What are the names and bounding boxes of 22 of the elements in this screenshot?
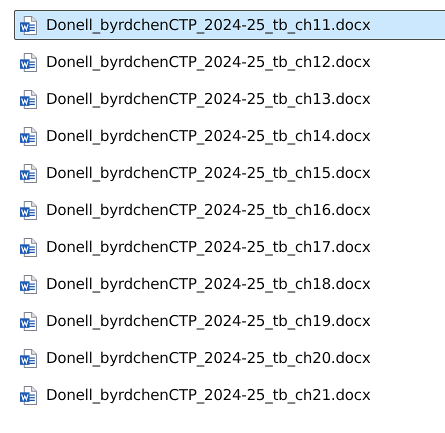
file-item[interactable]: Donell_byrdchenCTP_2024-25_tb_ch12.docx [14, 47, 445, 77]
word-document-icon [20, 348, 37, 368]
word-document-icon [20, 274, 37, 294]
file-item[interactable]: Donell_byrdchenCTP_2024-25_tb_ch18.docx [14, 269, 445, 299]
file-item[interactable]: Donell_byrdchenCTP_2024-25_tb_ch13.docx [14, 84, 445, 114]
file-item[interactable]: Donell_byrdchenCTP_2024-25_tb_ch20.docx [14, 343, 445, 373]
file-item[interactable]: Donell_byrdchenCTP_2024-25_tb_ch19.docx [14, 306, 445, 336]
file-item[interactable]: Donell_byrdchenCTP_2024-25_tb_ch17.docx [14, 232, 445, 262]
file-item[interactable]: Donell_byrdchenCTP_2024-25_tb_ch15.docx [14, 158, 445, 188]
word-document-icon [20, 52, 37, 72]
file-item[interactable]: Donell_byrdchenCTP_2024-25_tb_ch11.docx [14, 10, 445, 40]
word-document-icon [20, 16, 37, 34]
word-document-icon [20, 200, 37, 220]
file-item[interactable]: Donell_byrdchenCTP_2024-25_tb_ch16.docx [14, 195, 445, 225]
word-document-icon [20, 126, 37, 146]
file-item[interactable]: Donell_byrdchenCTP_2024-25_tb_ch14.docx [14, 121, 445, 151]
word-document-icon [20, 312, 37, 330]
word-document-icon [20, 164, 37, 182]
file-item[interactable]: Donell_byrdchenCTP_2024-25_tb_ch21.docx [14, 380, 445, 410]
word-document-icon [20, 238, 37, 256]
word-document-icon [20, 90, 37, 108]
word-document-icon [20, 386, 37, 404]
